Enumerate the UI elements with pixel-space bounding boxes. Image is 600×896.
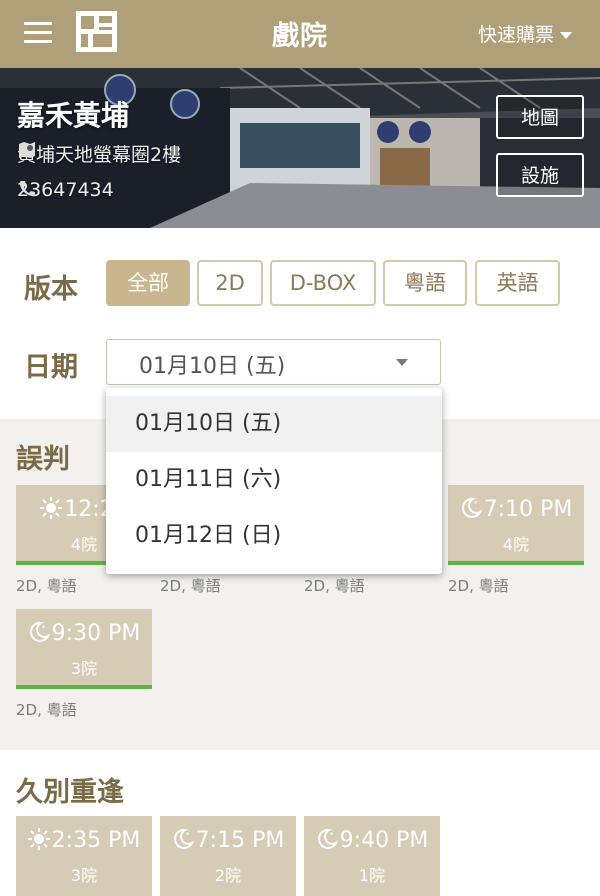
svg-text:*: *: [474, 500, 478, 508]
moon-icon: *: [317, 828, 338, 849]
cinema-address: 黃埔天地螢幕圈2樓: [17, 140, 181, 167]
svg-text:*: *: [42, 624, 46, 632]
showtime-time: 2:35 PM: [16, 828, 152, 853]
showtime-format: 2D, 粵語: [16, 577, 77, 595]
showtime-time-text: 7:15 PM: [195, 828, 285, 853]
phone-icon: [19, 181, 35, 197]
svg-text:*: *: [330, 831, 334, 839]
date-select-value: 01月10日 (五): [139, 354, 286, 379]
date-option[interactable]: 01月11日 (六): [106, 452, 442, 508]
filter-chip-cantonese[interactable]: 粵語: [383, 260, 467, 306]
facilities-button[interactable]: 設施: [496, 153, 584, 197]
showtime-time: * 7:10 PM: [448, 497, 584, 522]
showtime-hall: 3院: [70, 659, 98, 678]
showtime-hall: 1院: [358, 866, 386, 885]
showtime-time: * 7:15 PM: [160, 828, 296, 853]
cinema-hero: 嘉禾黃埔 黃埔天地螢幕圈2樓 23647434 地圖 設施: [0, 68, 600, 228]
showtime-time-text: 2:35 PM: [51, 828, 141, 853]
showtime-slot[interactable]: * 7:10 PM 4院: [448, 485, 584, 565]
date-select[interactable]: 01月10日 (五): [106, 339, 441, 385]
filter-chip-english[interactable]: 英語: [475, 260, 560, 306]
moon-icon: *: [173, 828, 194, 849]
caret-down-icon: [560, 32, 572, 39]
cinema-name: 嘉禾黃埔: [17, 99, 130, 132]
top-bar: 戲院 快速購票: [0, 0, 600, 68]
map-button[interactable]: 地圖: [496, 95, 584, 139]
filter-chip-2d[interactable]: 2D: [197, 260, 263, 306]
showtime-time-text: 9:40 PM: [339, 828, 429, 853]
movie-title: 久別重逢: [16, 777, 124, 808]
filter-chip-all[interactable]: 全部: [106, 260, 190, 306]
sun-icon: [27, 828, 50, 850]
dropdown-arrow-icon: [396, 359, 408, 366]
showtime-slot[interactable]: * 9:40 PM 1院: [304, 816, 440, 896]
address-text: 黃埔天地螢幕圈2樓: [17, 144, 182, 166]
date-option[interactable]: 01月10日 (五): [106, 396, 442, 452]
svg-text:*: *: [186, 831, 190, 839]
filter-chip-dbox[interactable]: D-BOX: [270, 260, 376, 306]
quick-buy-label: 快速購票: [477, 24, 554, 46]
showtime-slot[interactable]: 2:35 PM 3院: [16, 816, 152, 896]
showtime-time: * 9:40 PM: [304, 828, 440, 853]
date-option[interactable]: 01月12日 (日): [106, 508, 442, 564]
showtime-time: * 9:30 PM: [16, 621, 152, 646]
showtime-format: 2D, 粵語: [304, 577, 365, 595]
showtime-format: 2D, 粵語: [160, 577, 221, 595]
date-label: 日期: [24, 352, 78, 383]
moon-icon: *: [461, 497, 482, 518]
movie-section: 久別重逢 2:35 PM 3院 * 7:15 PM 2院 * 9:40 PM 1院: [0, 750, 600, 896]
cinema-phone[interactable]: 23647434: [17, 179, 114, 201]
moon-icon: *: [29, 621, 50, 642]
quick-buy-menu[interactable]: 快速購票: [478, 20, 572, 47]
showtime-format: 2D, 粵語: [448, 577, 509, 595]
sun-icon: [40, 497, 63, 519]
showtime-format: 2D, 粵語: [16, 701, 77, 719]
date-dropdown-menu: 01月10日 (五) 01月11日 (六) 01月12日 (日): [106, 388, 442, 574]
showtime-time-text: 9:30 PM: [51, 621, 141, 646]
map-pin-icon: [19, 142, 35, 158]
showtime-slot[interactable]: * 9:30 PM 3院: [16, 609, 152, 689]
showtime-slot[interactable]: * 7:15 PM 2院: [160, 816, 296, 896]
showtime-hall: 4院: [502, 535, 530, 554]
showtime-hall: 3院: [70, 866, 98, 885]
version-label: 版本: [24, 274, 78, 305]
showtime-time-text: 7:10 PM: [483, 497, 573, 522]
showtime-hall: 2院: [214, 866, 242, 885]
movie-title: 誤判: [16, 444, 70, 475]
